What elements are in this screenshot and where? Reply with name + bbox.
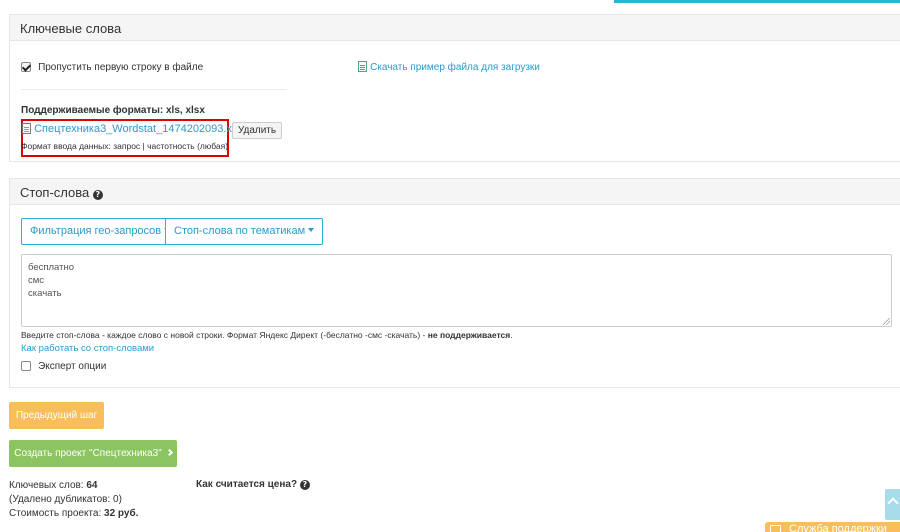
project-cost-label: Стоимость проекта: [9,508,105,519]
stopword-line: смс [28,275,45,286]
price-explanation[interactable]: Как считается цена? ? [196,479,310,490]
skip-first-row-label: Пропустить первую строку в файле [38,61,204,73]
sample-file-link-label[interactable]: Скачать пример файла для загрузки [370,62,540,73]
sample-file-link[interactable]: Скачать пример файла для загрузки [358,61,540,73]
topic-stopwords-dropdown[interactable]: Стоп-слова по тематикам [165,218,324,245]
uploaded-file-link[interactable]: Спецтехника3_Wordstat_1474202093.xlsx [22,123,245,135]
support-widget[interactable]: Служба поддержки [765,522,900,532]
expert-options-checkbox[interactable] [21,361,31,372]
create-project-button[interactable]: Создать проект "Спецтехника3" [9,440,177,467]
uploaded-file-name[interactable]: Спецтехника3_Wordstat_1474202093.xlsx [34,123,245,135]
chat-icon [770,525,781,532]
stopwords-hint: Введите стоп-слова - каждое слово с ново… [21,330,513,340]
duplicates-removed: (Удалено дубликатов: 0) [9,494,122,505]
chevron-right-icon [165,448,173,457]
stopwords-textarea[interactable]: бесплатно смс скачать [21,254,892,327]
stopword-line: скачать [28,288,62,299]
question-circle-icon[interactable]: ? [92,190,103,200]
stopwords-panel: Стоп-слова ? Фильтрация гео-запросов Сто… [9,178,900,388]
stopword-line: бесплатно [28,262,75,273]
resize-handle[interactable] [883,318,890,325]
keywords-count-value: 64 [86,480,98,491]
stopwords-hint-end: . [510,330,513,340]
question-circle-icon[interactable]: ? [299,480,310,490]
excel-file-icon [358,61,367,72]
stopwords-title-text: Стоп-слова [20,185,90,200]
price-explanation-label: Как считается цена? [196,479,298,490]
expert-options-label: Эксперт опции [38,360,107,372]
create-project-label: Создать проект "Спецтехника3" [14,448,162,459]
project-stats: Ключевых слов: 64 (Удалено дубликатов: 0… [9,479,138,521]
input-format-note: Формат ввода данных: запрос | частотност… [21,141,229,151]
stopwords-hint-text: Введите стоп-слова - каждое слово с ново… [21,330,428,340]
expert-options[interactable]: Эксперт опции [21,360,106,372]
top-accent-bar [614,0,900,3]
scroll-to-top-button[interactable] [885,489,900,520]
stopwords-hint-bold: не поддерживается [427,330,511,340]
project-cost-line: Стоимость проекта: 32 руб. [9,507,138,521]
caret-down-icon [308,228,315,232]
document-icon [22,123,31,134]
keywords-count-label: Ключевых слов: [9,480,87,491]
geo-filter-label: Фильтрация гео-запросов [30,225,162,237]
how-to-stopwords-link[interactable]: Как работать со стоп-словами [21,343,154,354]
keywords-panel: Ключевые слова Пропустить первую строку … [9,14,900,162]
skip-first-row-option[interactable]: Пропустить первую строку в файле [21,61,203,73]
topic-stopwords-label: Стоп-слова по тематикам [174,225,306,237]
divider [21,89,287,90]
project-cost-value: 32 руб. [104,508,139,519]
previous-step-button[interactable]: Предыдущий шаг [9,402,104,429]
stopwords-panel-title: Стоп-слова ? [10,179,900,205]
support-label: Служба поддержки [789,523,887,532]
keywords-panel-title: Ключевые слова [10,15,900,41]
delete-file-button[interactable]: Удалить [232,122,282,139]
skip-first-row-checkbox[interactable] [21,62,31,73]
supported-formats: Поддерживаемые форматы: xls, xlsx [21,105,205,116]
geo-filter-dropdown[interactable]: Фильтрация гео-запросов [21,218,180,245]
keywords-count-line: Ключевых слов: 64 [9,479,138,493]
